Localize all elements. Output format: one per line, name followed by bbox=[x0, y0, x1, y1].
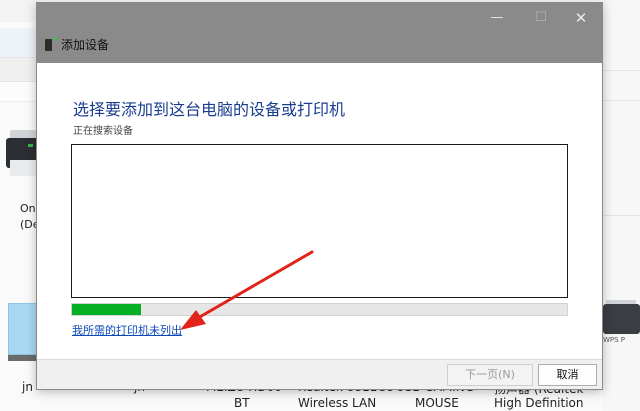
maximize-button: ☐ bbox=[535, 10, 547, 25]
device-label: High Definition bbox=[494, 396, 584, 410]
search-progress-bar bbox=[71, 303, 568, 316]
printer-device-icon[interactable] bbox=[603, 304, 640, 334]
background-command-bar bbox=[0, 58, 40, 82]
background-divider bbox=[602, 70, 640, 71]
minimize-button[interactable]: — bbox=[477, 7, 517, 29]
search-status: 正在搜索设备 bbox=[73, 126, 133, 137]
monitor-device-icon[interactable] bbox=[8, 303, 38, 355]
background-right-panel bbox=[602, 0, 640, 411]
background-address-bar bbox=[0, 28, 40, 58]
background-header-row bbox=[0, 82, 40, 102]
device-label: On bbox=[20, 202, 36, 215]
device-list[interactable] bbox=[71, 144, 568, 298]
next-button[interactable]: 下一页(N) bbox=[447, 364, 533, 386]
printer-device-icon[interactable] bbox=[6, 130, 40, 182]
background-divider bbox=[602, 215, 640, 216]
device-label: MOUSE bbox=[415, 396, 459, 410]
device-label: jn bbox=[22, 380, 33, 394]
device-label: WPS P bbox=[603, 336, 626, 344]
background-toolbar bbox=[0, 0, 40, 22]
printer-not-listed-link[interactable]: 我所需的打印机未列出 bbox=[72, 322, 182, 338]
background-divider bbox=[602, 100, 640, 101]
add-device-dialog: + 添加设备 — ☐ ✕ 选择要添加到这台电脑的设备或打印机 正在搜索设备 我所… bbox=[36, 2, 603, 390]
device-label: BT bbox=[234, 396, 250, 410]
dialog-footer: 下一页(N) 取消 bbox=[37, 359, 602, 389]
cancel-button[interactable]: 取消 bbox=[538, 364, 597, 386]
dialog-titlebar[interactable]: + 添加设备 — ☐ ✕ bbox=[37, 3, 602, 63]
close-button[interactable]: ✕ bbox=[561, 7, 601, 29]
add-device-icon: + bbox=[45, 36, 59, 51]
device-label: Wireless LAN bbox=[298, 396, 377, 410]
search-progress-fill bbox=[72, 304, 142, 315]
dialog-title: 添加设备 bbox=[61, 38, 110, 52]
page-title: 选择要添加到这台电脑的设备或打印机 bbox=[73, 100, 346, 119]
monitor-stand bbox=[8, 355, 38, 361]
